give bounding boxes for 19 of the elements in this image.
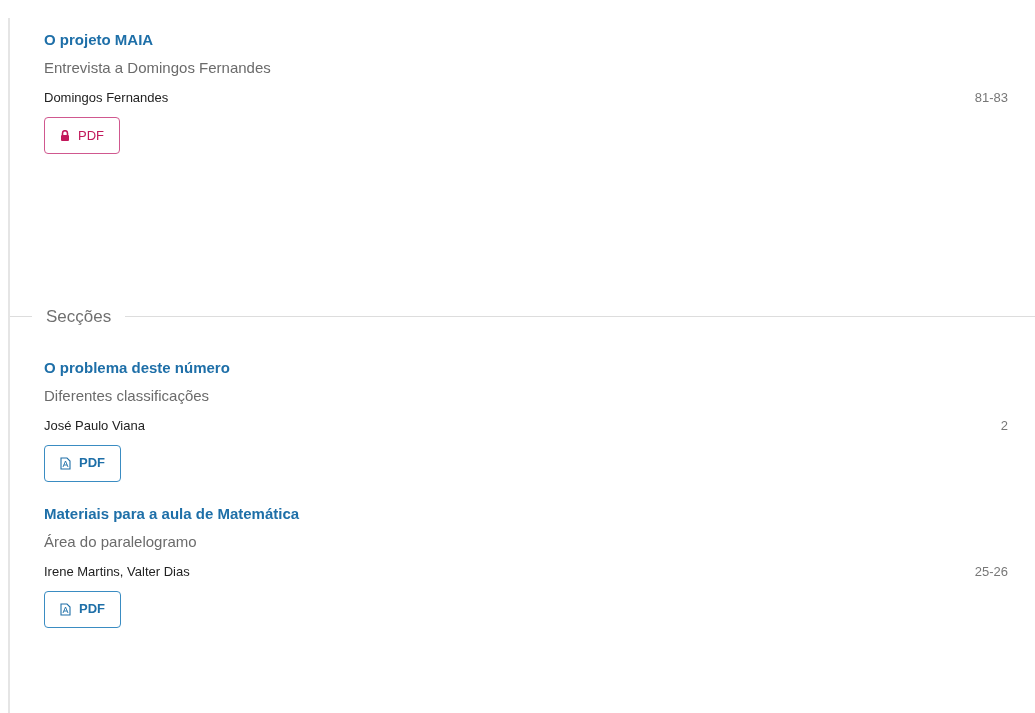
article-subtitle: Entrevista a Domingos Fernandes [44,58,272,78]
lock-icon [60,130,70,141]
pdf-link[interactable]: PDF [44,444,121,482]
article-subtitle: Área do paralelogramo [44,531,198,552]
page-range: 2 [1000,416,1008,435]
section-heading: Secções [45,306,113,328]
pdf-link[interactable]: PDF [44,590,121,628]
page-range: 25-26 [974,562,1008,581]
pdf-link[interactable]: PDF [44,117,120,154]
article-authors: Domingos Fernandes [44,89,169,107]
article-title[interactable]: Materiais para a aula de Matemática [44,503,1008,524]
article-authors: Irene Martins, Valter Dias [44,562,190,581]
article-title[interactable]: O problema deste número [44,357,1008,378]
pdf-file-icon [60,456,71,470]
page-range: 81-83 [974,89,1008,107]
article-title[interactable]: O projeto MAIA [44,30,1008,50]
article-authors: José Paulo Viana [44,416,145,435]
pdf-file-icon [60,602,71,616]
article-subtitle: Diferentes classificações [44,385,211,406]
